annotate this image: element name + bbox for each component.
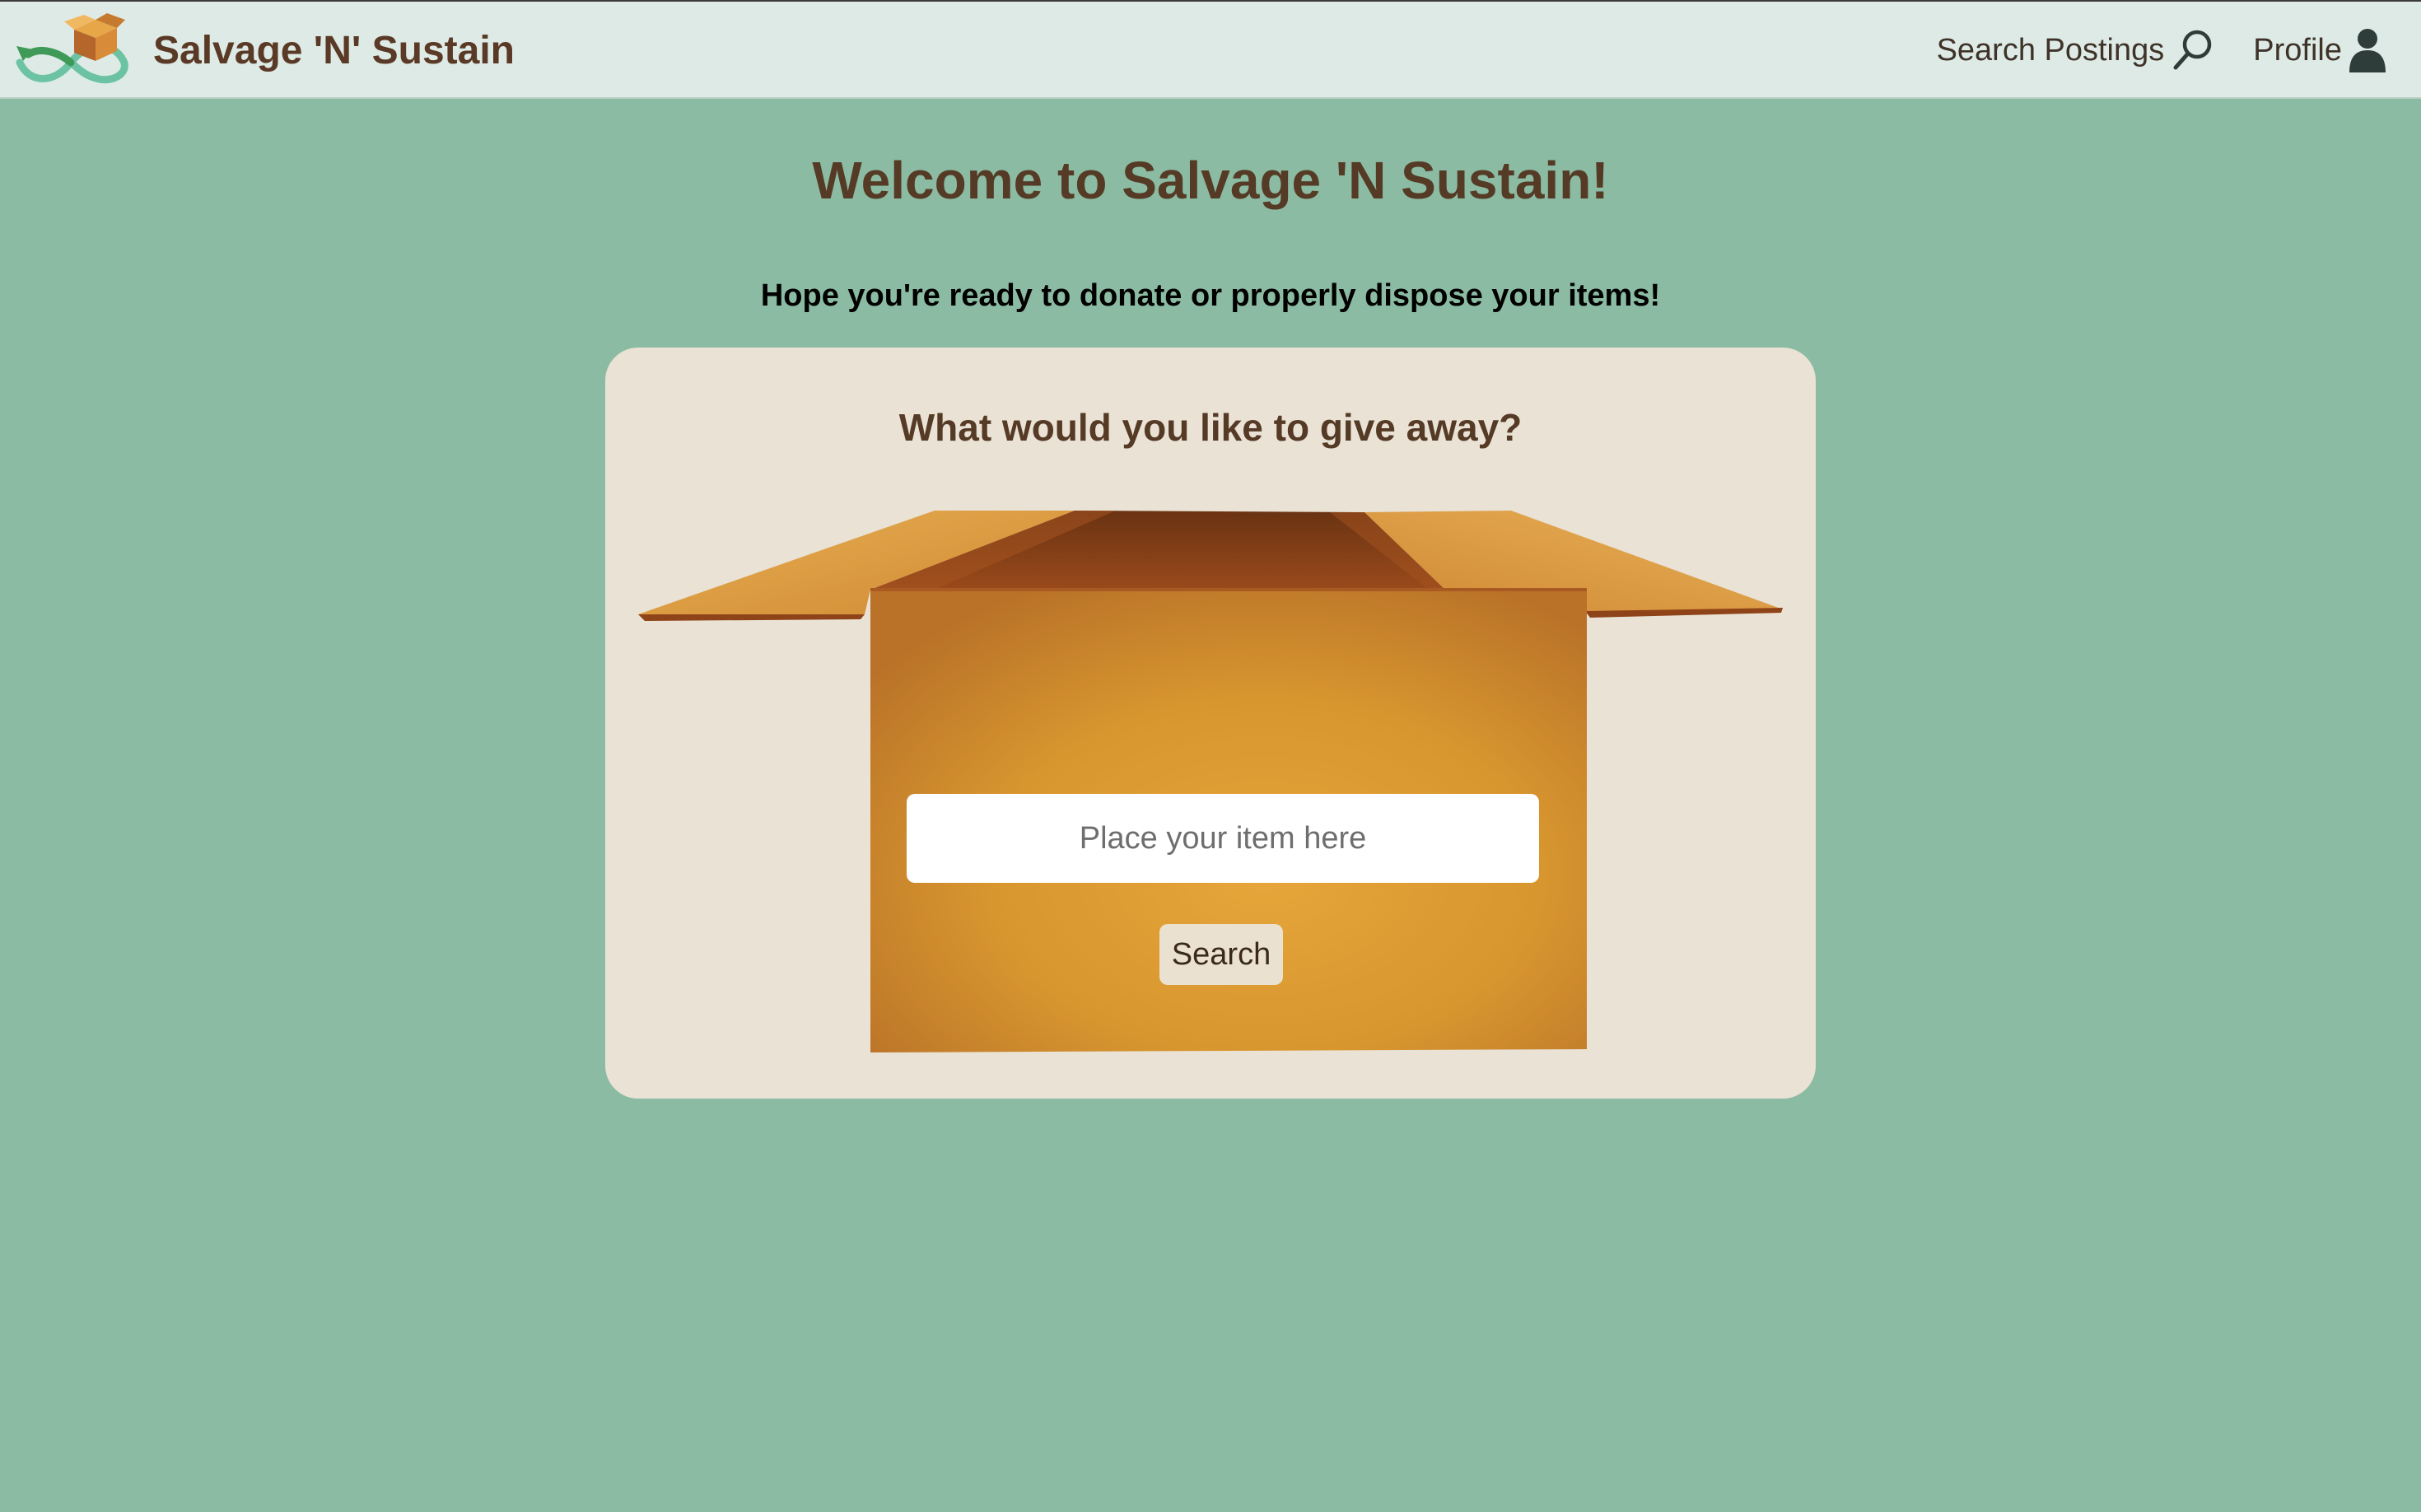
profile-label: Profile <box>2253 32 2342 68</box>
profile-link[interactable]: Profile <box>2253 26 2388 74</box>
open-cardboard-box <box>638 511 1783 1052</box>
give-away-card: What would you like to give away? Place … <box>605 348 1816 1099</box>
search-button[interactable]: Search <box>1159 924 1283 985</box>
magnifier-icon <box>2173 30 2212 70</box>
search-postings-label: Search Postings <box>1936 32 2165 68</box>
search-postings-link[interactable]: Search Postings <box>1937 26 2218 74</box>
user-icon <box>2349 29 2386 72</box>
navbar: Salvage 'N' Sustain Search Postings Prof… <box>0 0 2421 99</box>
brand-name: Salvage 'N' Sustain <box>153 28 515 72</box>
welcome-subtitle: Hope you're ready to donate or properly … <box>760 278 1661 313</box>
item-search-input[interactable] <box>907 794 1539 883</box>
nav-links: Search Postings Profile <box>1937 2 2388 99</box>
welcome-heading: Welcome to Salvage 'N Sustain! <box>812 151 1609 210</box>
recycle-box-logo-icon <box>16 13 128 84</box>
card-title: What would you like to give away? <box>898 406 1523 449</box>
brand-home-link[interactable]: Salvage 'N' Sustain <box>13 13 515 87</box>
